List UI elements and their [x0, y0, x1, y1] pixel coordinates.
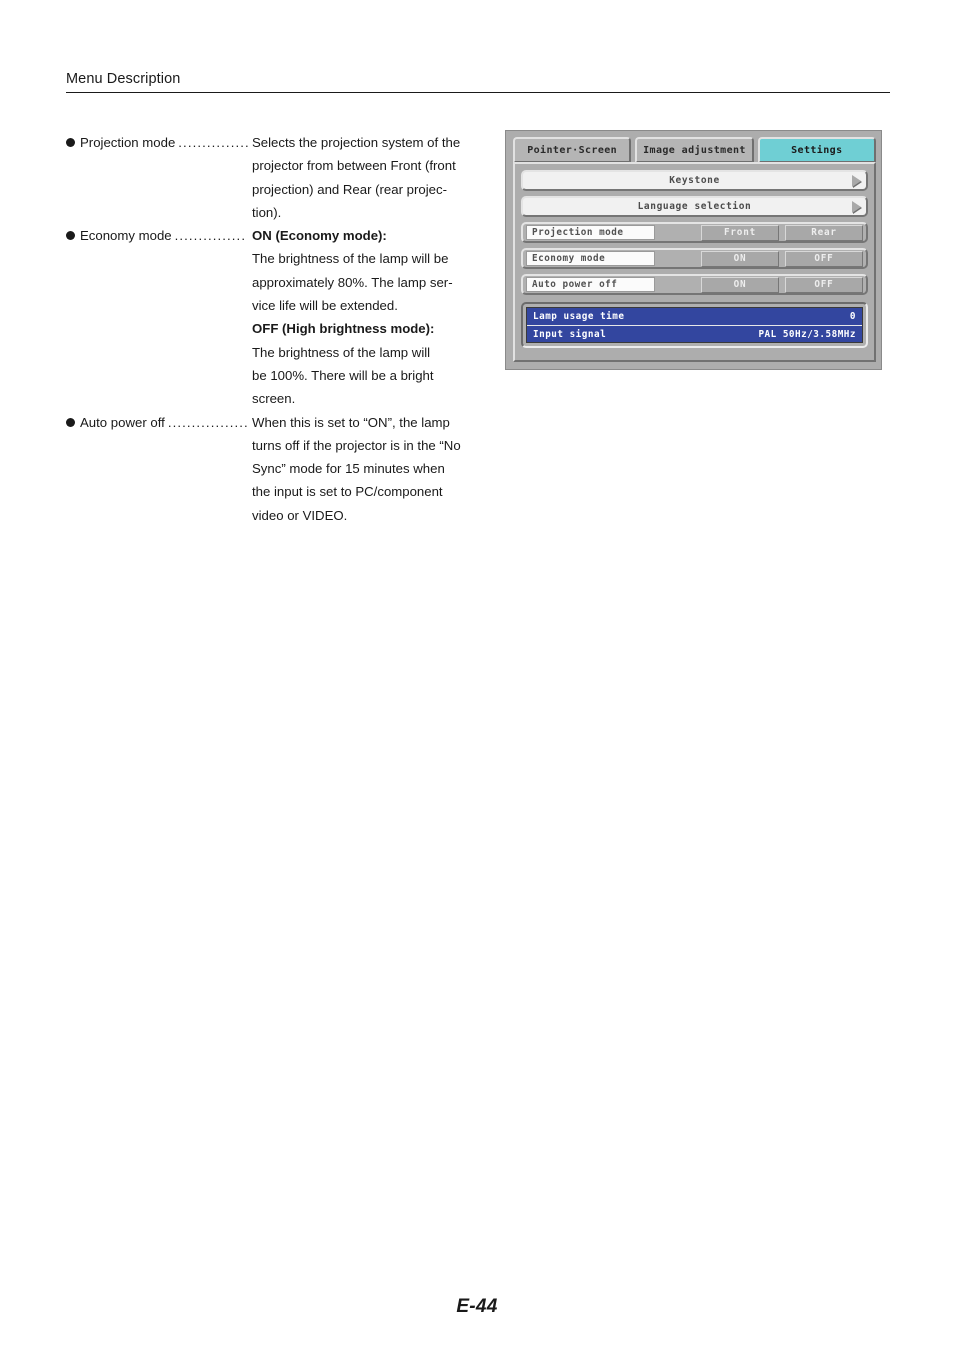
term-label: Economy mode [80, 228, 172, 244]
definition-line: approximately 80%. The lamp ser- [252, 274, 453, 290]
osd-option-button-economy-off[interactable]: OFF [785, 250, 863, 267]
filled-circle-bullet-icon [66, 231, 75, 241]
osd-settings-panel: Keystone Language selection Projection m… [513, 162, 876, 362]
definition-line: Sync” mode for 15 minutes when [252, 461, 445, 477]
definition-line: When this is set to “ON”, the lamp [252, 414, 450, 430]
osd-option-label: Economy mode [526, 251, 655, 266]
osd-status-value: 0 [849, 311, 856, 322]
leader-dots: ................. [167, 414, 249, 430]
osd-option-label: Auto power off [526, 277, 655, 292]
definition-line: vice life will be extended. [252, 298, 398, 314]
filled-circle-bullet-icon [66, 138, 75, 147]
tab-label: Pointer·Screen [527, 144, 618, 156]
osd-option-button-auto-power-off-off[interactable]: OFF [785, 276, 863, 293]
filled-circle-bullet-icon [66, 417, 75, 427]
leader-dots: ............... [174, 228, 247, 244]
description-row: Economy mode ............... ON (Economy… [66, 224, 478, 410]
osd-option-button-rear[interactable]: Rear [785, 224, 863, 241]
osd-option-button-auto-power-off-on[interactable]: ON [701, 276, 779, 293]
definition-subheading: OFF (High brightness mode): [252, 321, 435, 337]
tab-pointer-screen[interactable]: Pointer·Screen [513, 137, 632, 163]
description-definition: Selects the projection system of the pro… [252, 131, 478, 224]
osd-status-row-input-signal: Input signal PAL 50Hz/3.58MHz [527, 325, 862, 342]
term-label: Projection mode [80, 135, 176, 150]
definition-line: projection) and Rear (rear projec- [252, 181, 447, 197]
page-footer: E-44 [0, 1296, 954, 1318]
definition-line: The brightness of the lamp will be [252, 251, 449, 267]
tab-settings[interactable]: Settings [757, 137, 876, 163]
description-row: Auto power off ................. When th… [66, 411, 478, 527]
page-title: Menu Description [66, 71, 181, 87]
osd-status-row-lamp-usage-time: Lamp usage time 0 [527, 308, 862, 325]
osd-option-row-auto-power-off: Auto power off ON OFF [521, 274, 868, 295]
page-number: E-44 [456, 1296, 498, 1317]
definition-line: tion). [252, 204, 282, 220]
description-term: Projection mode ............... [66, 131, 252, 154]
osd-option-row-economy-mode: Economy mode ON OFF [521, 248, 868, 269]
osd-status-inner: Lamp usage time 0 Input signal PAL 50Hz/… [526, 307, 863, 343]
osd-window: Pointer·Screen Image adjustment Settings… [505, 130, 882, 370]
running-head: Menu Description [66, 71, 890, 93]
osd-tab-bar: Pointer·Screen Image adjustment Settings [513, 137, 876, 163]
osd-option-button-economy-on[interactable]: ON [701, 250, 779, 267]
tab-label: Image adjustment [643, 144, 746, 156]
osd-menu-item-label: Language selection [637, 201, 752, 212]
description-definition: When this is set to “ON”, the lamp turns… [252, 411, 478, 527]
definition-line: The brightness of the lamp will [252, 344, 431, 360]
osd-status-label: Input signal [533, 328, 607, 340]
osd-status-value: PAL 50Hz/3.58MHz [758, 328, 856, 340]
definition-line: projector from between Front (front [252, 158, 456, 174]
description-row: Projection mode ............... Selects … [66, 131, 478, 224]
description-term: Economy mode ............... [66, 224, 252, 247]
tab-image-adjustment[interactable]: Image adjustment [635, 137, 754, 163]
definition-line: the input is set to PC/component [252, 484, 443, 500]
definition-subheading: ON (Economy mode): [252, 228, 387, 244]
menu-description-list: Projection mode ............... Selects … [66, 131, 478, 527]
osd-status-panel: Lamp usage time 0 Input signal PAL 50Hz/… [521, 302, 868, 348]
definition-line: Selects the projection system of the [252, 135, 461, 150]
osd-option-label: Projection mode [526, 225, 655, 240]
leader-dots: ............... [178, 135, 250, 150]
osd-status-label: Lamp usage time [533, 311, 625, 322]
description-definition: ON (Economy mode): The brightness of the… [252, 224, 478, 410]
definition-line: turns off if the projector is in the “No [252, 437, 461, 453]
arrow-right-icon [852, 174, 861, 187]
definition-line: be 100%. There will be a bright [252, 367, 434, 383]
osd-menu-item-language-selection[interactable]: Language selection [521, 196, 868, 217]
osd-menu-screenshot: Pointer·Screen Image adjustment Settings… [505, 130, 882, 370]
osd-menu-item-keystone[interactable]: Keystone [521, 170, 868, 191]
definition-line: video or VIDEO. [252, 507, 348, 523]
tab-label: Settings [791, 144, 843, 156]
osd-menu-item-label: Keystone [669, 175, 720, 186]
osd-option-row-projection-mode: Projection mode Front Rear [521, 222, 868, 243]
description-term: Auto power off ................. [66, 411, 252, 434]
arrow-right-icon [852, 200, 861, 213]
definition-line: screen. [252, 391, 296, 407]
term-label: Auto power off [80, 414, 165, 430]
osd-option-button-front[interactable]: Front [701, 224, 779, 241]
